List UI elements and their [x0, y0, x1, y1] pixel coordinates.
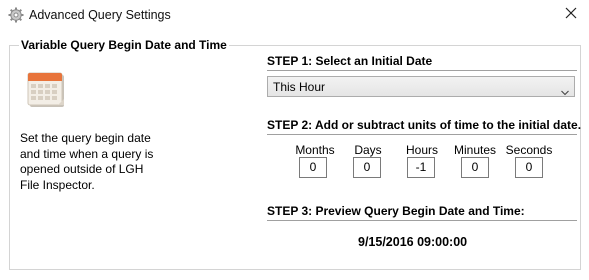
- window-title: Advanced Query Settings: [29, 8, 171, 22]
- divider: [267, 134, 577, 135]
- divider: [267, 70, 577, 71]
- days-label: Days: [354, 143, 382, 157]
- description-line: and time when a query is: [20, 146, 154, 161]
- months-label: Months: [295, 143, 335, 157]
- close-button[interactable]: [553, 0, 589, 30]
- minutes-input[interactable]: 0: [461, 157, 489, 178]
- initial-date-select[interactable]: This Hour: [267, 76, 575, 97]
- description-line: File Inspector.: [20, 177, 95, 192]
- minutes-label: Minutes: [453, 143, 497, 157]
- step2-heading: STEP 2: Add or subtract units of time to…: [267, 118, 582, 132]
- hours-input[interactable]: -1: [407, 157, 435, 178]
- step1-heading: STEP 1: Select an Initial Date: [267, 54, 433, 68]
- step3-heading: STEP 3: Preview Query Begin Date and Tim…: [267, 204, 525, 218]
- close-icon: [565, 6, 577, 24]
- hours-label: Hours: [405, 143, 438, 157]
- chevron-down-icon: [561, 83, 569, 96]
- seconds-label: Seconds: [505, 143, 553, 157]
- divider: [267, 220, 577, 221]
- title-bar[interactable]: Advanced Query Settings: [0, 0, 589, 30]
- group-title: Variable Query Begin Date and Time: [19, 38, 229, 52]
- description-line: opened outside of LGH: [20, 162, 144, 176]
- calendar-icon: [26, 67, 70, 111]
- description-line: Set the query begin date: [20, 131, 151, 145]
- description-text: Set the query begin date and time when a…: [20, 131, 180, 193]
- gear-icon: [8, 7, 24, 23]
- initial-date-value: This Hour: [273, 80, 326, 94]
- advanced-query-settings-window: Advanced Query Settings Variable Query B…: [0, 0, 589, 280]
- days-input[interactable]: 0: [353, 157, 381, 178]
- seconds-input[interactable]: 0: [515, 157, 543, 178]
- months-input[interactable]: 0: [299, 157, 327, 178]
- preview-datetime: 9/15/2016 09:00:00: [358, 235, 468, 249]
